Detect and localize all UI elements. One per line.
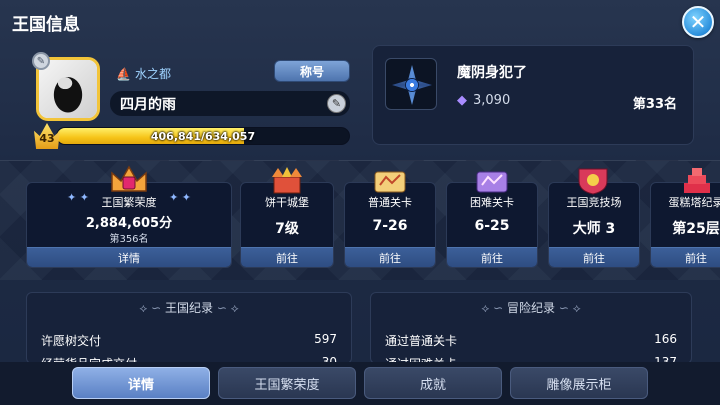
- ship-icon: ⛵: [116, 66, 131, 81]
- card-value: 7-26: [372, 218, 408, 234]
- player-name-box: 四月的雨 ✎: [110, 91, 350, 116]
- guild-panel[interactable]: 魔阴身犯了 ◆ 3,090 第33名: [372, 45, 694, 145]
- card-goto-button[interactable]: 前往: [447, 247, 537, 267]
- record-row: 许愿树交付 597: [41, 332, 337, 349]
- card-value: 7级: [275, 221, 299, 237]
- close-button[interactable]: ✕: [682, 6, 714, 38]
- tab-prosperity[interactable]: 王国繁荣度: [218, 367, 356, 399]
- window-title: 王国信息: [12, 15, 80, 35]
- guild-rank: 第33名: [632, 97, 677, 112]
- record-title: 冒险纪录: [506, 301, 555, 315]
- tab-details[interactable]: 详情: [72, 367, 210, 399]
- adventure-record-panel: ⟡ ∽ 冒险纪录 ∽ ⟡ 通过普通关卡 166 通过困难关卡 137: [370, 292, 692, 364]
- card-label: 饼干城堡: [265, 196, 309, 209]
- ornament-icon: ⟡ ∽: [139, 301, 165, 315]
- level-badge: 43: [34, 123, 60, 149]
- card-value: 大师 3: [572, 221, 616, 237]
- card-value: 2,884,605分: [85, 216, 173, 231]
- tab-statue-showcase[interactable]: 雕像展示柜: [510, 367, 648, 399]
- card-value: 第25层: [672, 221, 720, 237]
- guild-emblem-icon: [385, 58, 437, 110]
- guild-points-value: 3,090: [473, 93, 511, 108]
- record-value: 597: [314, 332, 337, 346]
- map-normal-icon: [374, 171, 406, 193]
- cake-tower-icon: [684, 168, 710, 193]
- exp-text: 406,841/634,057: [150, 129, 256, 143]
- tab-achievements[interactable]: 成就: [364, 367, 502, 399]
- title-button[interactable]: 称号: [274, 60, 350, 82]
- card-rank: 第356名: [109, 234, 149, 245]
- record-title: 王国纪录: [164, 301, 213, 315]
- bottom-tab-bar: 详情 王国繁荣度 成就 雕像展示柜: [0, 362, 720, 405]
- arena-shield-icon: [578, 168, 608, 195]
- record-label: 许愿树交付: [41, 334, 102, 348]
- card-goto-button[interactable]: 前往: [241, 247, 333, 267]
- crystal-icon: ◆: [457, 93, 467, 108]
- rename-icon[interactable]: ✎: [327, 94, 346, 113]
- ornament-icon: ∽ ⟡: [216, 301, 239, 315]
- record-header: ⟡ ∽ 王国纪录 ∽ ⟡: [27, 299, 351, 316]
- kingdom-crown-icon: [111, 165, 147, 192]
- card-details-button[interactable]: 详情: [27, 247, 231, 267]
- card-label: 蛋糕塔纪录: [668, 196, 720, 209]
- record-label: 通过普通关卡: [385, 334, 458, 348]
- guild-points: ◆ 3,090: [457, 93, 510, 108]
- card-goto-button[interactable]: 前往: [549, 247, 639, 267]
- level-value: 43: [39, 132, 55, 145]
- record-header: ⟡ ∽ 冒险纪录 ∽ ⟡: [371, 299, 691, 316]
- card-label: 王国竞技场: [566, 196, 622, 209]
- kingdom-record-panel: ⟡ ∽ 王国纪录 ∽ ⟡ 许愿树交付 597 经营货品完成交付 30: [26, 292, 352, 364]
- map-hard-icon: [476, 171, 508, 193]
- record-row: 通过普通关卡 166: [385, 332, 677, 349]
- player-name: 四月的雨: [120, 96, 176, 113]
- avatar-edit-icon[interactable]: ✎: [32, 52, 50, 70]
- ornament-icon: ⟡ ∽: [481, 301, 507, 315]
- card-goto-button[interactable]: 前往: [345, 247, 435, 267]
- close-icon: ✕: [689, 10, 707, 34]
- card-value: 6-25: [474, 218, 510, 234]
- exp-bar: 406,841/634,057: [56, 127, 350, 145]
- record-value: 166: [654, 332, 677, 346]
- card-label: 困难关卡: [470, 196, 514, 209]
- server-name: 水之都: [134, 67, 171, 81]
- server-label: ⛵ 水之都: [116, 65, 171, 82]
- castle-icon: [272, 167, 302, 194]
- card-goto-button[interactable]: 前往: [651, 247, 720, 267]
- ornament-icon: ∽ ⟡: [558, 301, 581, 315]
- avatar-image: [39, 60, 97, 118]
- card-label: 普通关卡: [368, 196, 412, 209]
- guild-name: 魔阴身犯了: [457, 65, 527, 81]
